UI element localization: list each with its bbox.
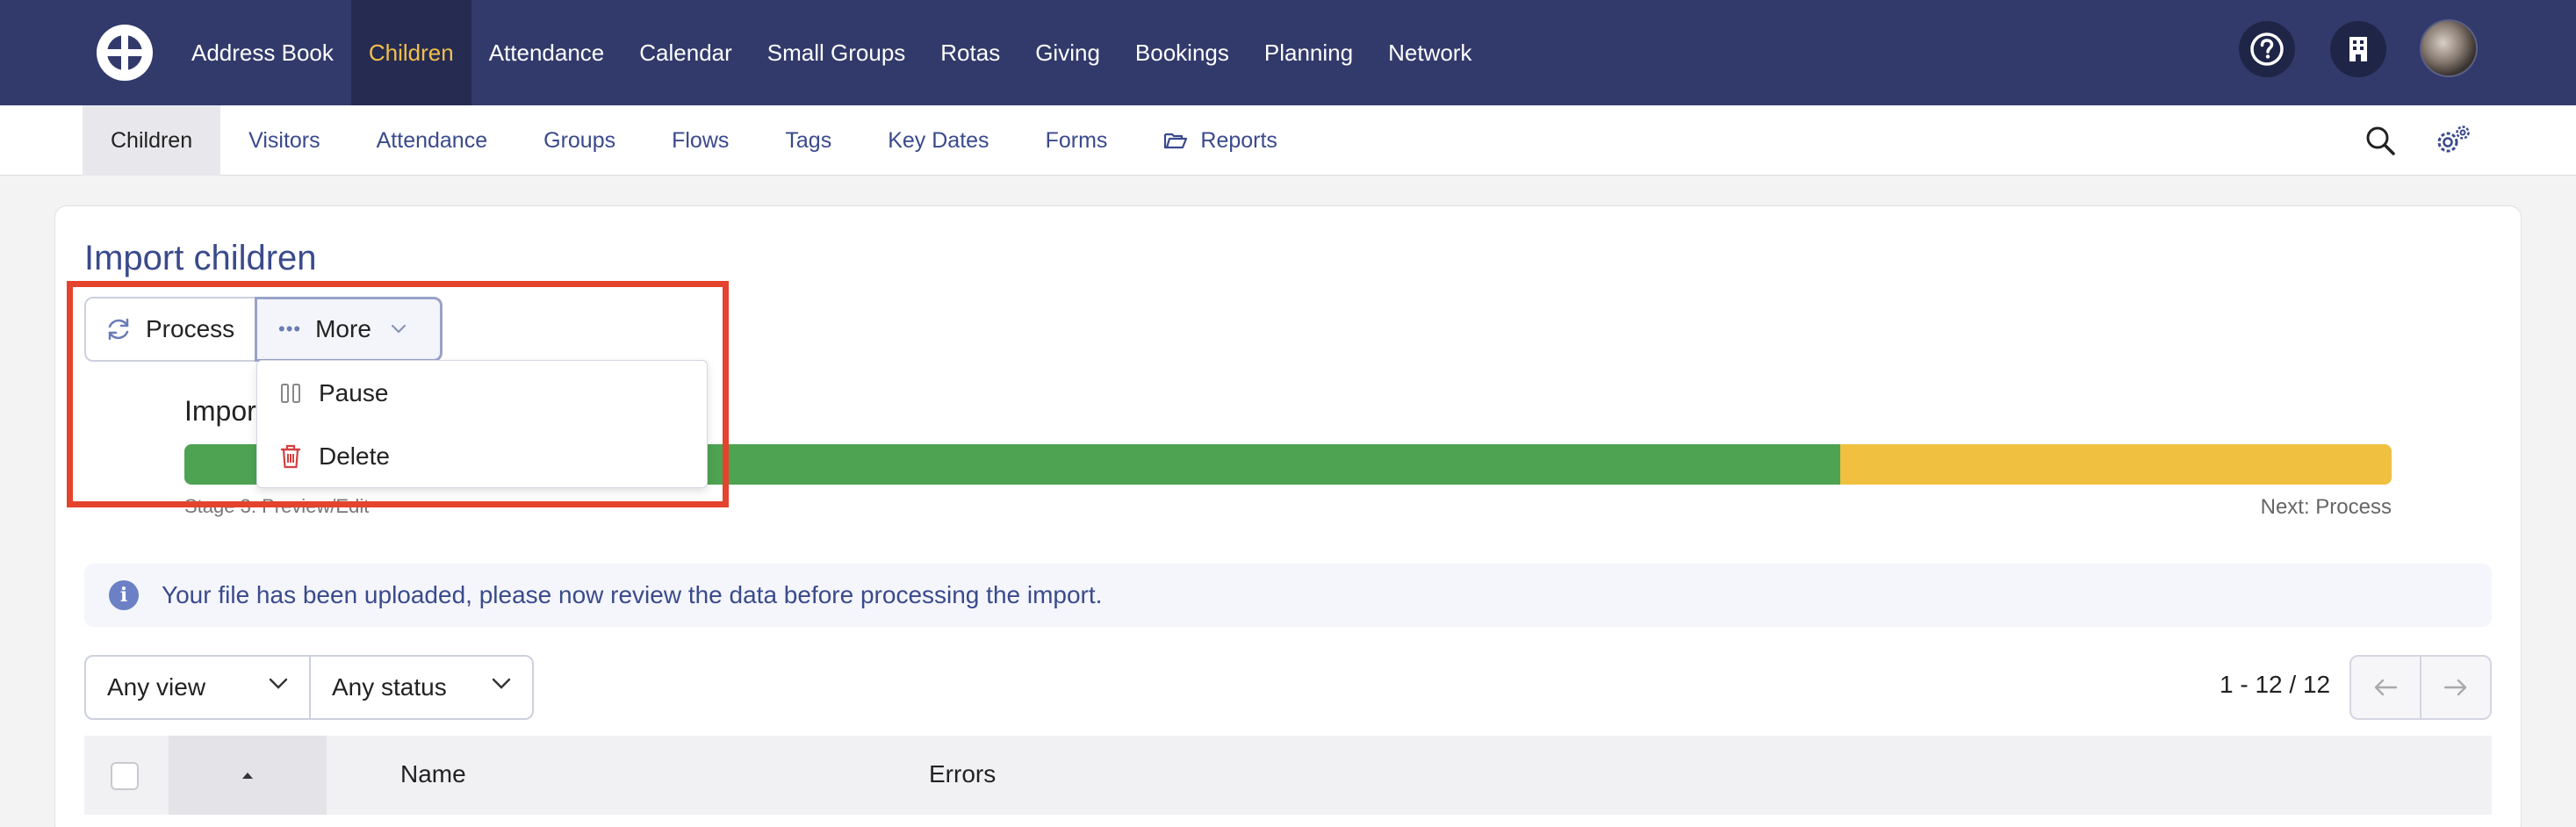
select-all-checkbox[interactable] [111,762,139,790]
page-title: Import children [84,239,317,277]
folder-icon [1164,133,1188,149]
top-navbar: Address Book Children Attendance Calenda… [0,0,2576,105]
tab-reports-label: Reports [1200,127,1277,153]
help-button[interactable] [2239,21,2295,77]
status-filter-select[interactable]: Any status [309,655,534,720]
next-stage-label: Next: Process [2260,495,2392,519]
tab-visitors[interactable]: Visitors [220,105,349,176]
arrow-right-icon [2443,679,2467,696]
topnav-item-calendar[interactable]: Calendar [622,0,750,105]
annotation-highlight-box [67,281,729,507]
topnav-item-planning[interactable]: Planning [1247,0,1371,105]
topnav-item-network[interactable]: Network [1371,0,1489,105]
settings-icon [2437,126,2470,153]
topnav-item-rotas[interactable]: Rotas [923,0,1018,105]
tab-groups[interactable]: Groups [515,105,644,176]
search-button[interactable] [2364,125,2396,161]
table-header: Name Errors [84,736,2492,815]
topnav-item-address-book[interactable]: Address Book [174,0,351,105]
info-alert: i Your file has been uploaded, please no… [84,564,2492,627]
sub-navbar: Children Visitors Attendance Groups Flow… [0,105,2576,176]
tab-attendance[interactable]: Attendance [349,105,516,176]
arrow-left-icon [2374,679,2398,696]
topnav-item-children[interactable]: Children [350,0,471,105]
topnav-item-giving[interactable]: Giving [1018,0,1118,105]
tab-children[interactable]: Children [83,105,221,176]
search-icon [2366,126,2395,155]
view-filter-value: Any view [107,673,206,701]
next-page-button[interactable] [2420,655,2492,720]
info-icon: i [109,580,139,610]
column-header-errors[interactable]: Errors [929,760,996,788]
building-icon [2349,37,2367,61]
column-header-name[interactable]: Name [400,760,466,788]
logo-icon[interactable] [95,23,155,83]
organisation-button[interactable] [2330,21,2386,77]
progress-remaining-segment [1839,444,2392,485]
tab-key-dates[interactable]: Key Dates [860,105,1017,176]
status-filter-value: Any status [332,673,447,701]
subnav-menu: Children Visitors Attendance Groups Flow… [83,105,1306,176]
pagination-count: 1 - 12 / 12 [2220,671,2331,698]
tab-flows[interactable]: Flows [644,105,757,176]
topnav-item-attendance[interactable]: Attendance [471,0,622,105]
info-alert-message: Your file has been uploaded, please now … [162,581,1103,608]
topnav-menu: Address Book Children Attendance Calenda… [174,0,1489,105]
previous-page-button[interactable] [2349,655,2421,720]
tab-forms[interactable]: Forms [1018,105,1136,176]
sort-up-icon [242,773,253,779]
settings-button[interactable] [2434,123,2472,162]
tab-tags[interactable]: Tags [757,105,860,176]
topnav-item-small-groups[interactable]: Small Groups [750,0,924,105]
tab-reports[interactable]: Reports [1135,105,1306,176]
help-icon [2250,32,2284,66]
sort-column-header[interactable] [169,736,327,815]
chevron-down-icon [269,678,288,689]
chevron-down-icon [492,678,511,689]
topnav-item-bookings[interactable]: Bookings [1118,0,1247,105]
view-filter-select[interactable]: Any view [84,655,311,720]
avatar[interactable] [2420,19,2478,77]
